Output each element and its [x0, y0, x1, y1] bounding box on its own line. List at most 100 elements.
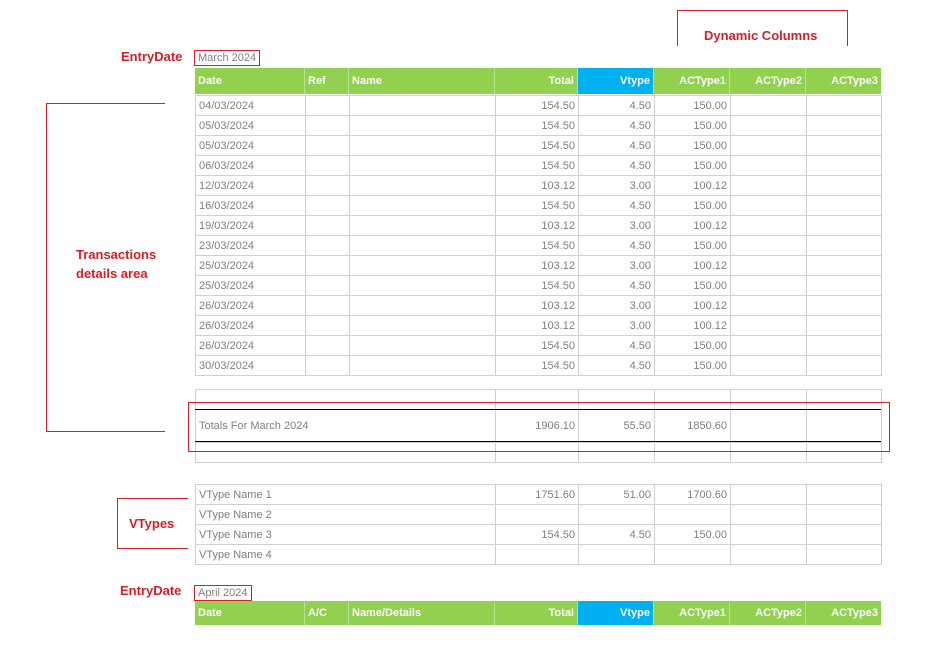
- table-cell[interactable]: 100.12: [654, 255, 731, 276]
- col-header-date[interactable]: Date: [195, 68, 305, 94]
- table-cell[interactable]: [305, 315, 350, 336]
- col-header-actype1[interactable]: ACType1: [654, 68, 730, 94]
- table-cell[interactable]: [730, 544, 807, 565]
- table-cell[interactable]: 154.50: [495, 95, 579, 116]
- table-cell[interactable]: 100.12: [654, 175, 731, 196]
- table-cell[interactable]: 12/03/2024: [195, 175, 306, 196]
- table-cell[interactable]: 150.00: [654, 135, 731, 156]
- table-cell[interactable]: 150.00: [654, 115, 731, 136]
- table-cell[interactable]: 4.50: [578, 95, 655, 116]
- table-cell[interactable]: 150.00: [654, 524, 731, 545]
- table-cell[interactable]: 103.12: [495, 215, 579, 236]
- table-cell[interactable]: [305, 335, 350, 356]
- table-cell[interactable]: [806, 195, 882, 216]
- table-cell[interactable]: [495, 544, 579, 565]
- table-cell[interactable]: 154.50: [495, 335, 579, 356]
- table-cell[interactable]: 154.50: [495, 524, 579, 545]
- table-cell[interactable]: [806, 175, 882, 196]
- col-header-total[interactable]: Total: [495, 68, 578, 94]
- table-cell[interactable]: 3.00: [578, 295, 655, 316]
- table-cell[interactable]: 154.50: [495, 235, 579, 256]
- col-header-date-april[interactable]: Date: [195, 601, 305, 625]
- table-cell[interactable]: [349, 295, 496, 316]
- table-cell[interactable]: 4.50: [578, 135, 655, 156]
- col-header-vtype-april[interactable]: Vtype: [578, 601, 654, 625]
- table-cell[interactable]: 150.00: [654, 155, 731, 176]
- table-cell[interactable]: [806, 295, 882, 316]
- col-header-name-details-april[interactable]: Name/Details: [349, 601, 495, 625]
- table-cell[interactable]: [305, 135, 350, 156]
- table-cell[interactable]: VType Name 1: [195, 484, 496, 505]
- table-cell[interactable]: 103.12: [495, 295, 579, 316]
- table-cell[interactable]: [730, 95, 807, 116]
- table-cell[interactable]: [305, 95, 350, 116]
- table-cell[interactable]: 1751.60: [495, 484, 579, 505]
- table-cell[interactable]: 100.12: [654, 295, 731, 316]
- table-cell[interactable]: [806, 524, 882, 545]
- table-cell[interactable]: [349, 115, 496, 136]
- table-cell[interactable]: [305, 255, 350, 276]
- table-cell[interactable]: 30/03/2024: [195, 355, 306, 376]
- col-header-total-april[interactable]: Total: [495, 601, 578, 625]
- table-cell[interactable]: [730, 315, 807, 336]
- table-cell[interactable]: [349, 255, 496, 276]
- table-cell[interactable]: [806, 95, 882, 116]
- table-cell[interactable]: [654, 504, 731, 525]
- table-cell[interactable]: [730, 155, 807, 176]
- table-cell[interactable]: 3.00: [578, 175, 655, 196]
- table-cell[interactable]: 05/03/2024: [195, 115, 306, 136]
- table-cell[interactable]: [730, 215, 807, 236]
- table-cell[interactable]: 154.50: [495, 115, 579, 136]
- table-cell[interactable]: 51.00: [578, 484, 655, 505]
- table-cell[interactable]: [305, 275, 350, 296]
- table-cell[interactable]: 4.50: [578, 235, 655, 256]
- table-cell[interactable]: [349, 275, 496, 296]
- col-header-name[interactable]: Name: [349, 68, 495, 94]
- table-cell[interactable]: [730, 275, 807, 296]
- table-cell[interactable]: [305, 115, 350, 136]
- table-cell[interactable]: [578, 544, 655, 565]
- col-header-actype3[interactable]: ACType3: [806, 68, 881, 94]
- table-cell[interactable]: 06/03/2024: [195, 155, 306, 176]
- table-cell[interactable]: [305, 215, 350, 236]
- table-cell[interactable]: [806, 215, 882, 236]
- col-header-actype3-april[interactable]: ACType3: [806, 601, 881, 625]
- table-cell[interactable]: [806, 315, 882, 336]
- table-cell[interactable]: [349, 215, 496, 236]
- table-cell[interactable]: 26/03/2024: [195, 295, 306, 316]
- table-cell[interactable]: [806, 155, 882, 176]
- table-cell[interactable]: [349, 195, 496, 216]
- table-cell[interactable]: 103.12: [495, 175, 579, 196]
- table-cell[interactable]: 3.00: [578, 255, 655, 276]
- table-cell[interactable]: [730, 255, 807, 276]
- col-header-actype2[interactable]: ACType2: [730, 68, 806, 94]
- table-cell[interactable]: [305, 155, 350, 176]
- table-cell[interactable]: 100.12: [654, 315, 731, 336]
- table-cell[interactable]: [578, 504, 655, 525]
- table-cell[interactable]: 23/03/2024: [195, 235, 306, 256]
- table-cell[interactable]: [349, 135, 496, 156]
- table-cell[interactable]: 154.50: [495, 195, 579, 216]
- table-cell[interactable]: [806, 355, 882, 376]
- table-cell[interactable]: 3.00: [578, 215, 655, 236]
- table-cell[interactable]: 100.12: [654, 215, 731, 236]
- table-cell[interactable]: 150.00: [654, 275, 731, 296]
- table-cell[interactable]: 4.50: [578, 115, 655, 136]
- col-header-actype1-april[interactable]: ACType1: [654, 601, 730, 625]
- table-cell[interactable]: VType Name 4: [195, 544, 496, 565]
- table-cell[interactable]: [730, 135, 807, 156]
- table-cell[interactable]: [730, 115, 807, 136]
- table-cell[interactable]: 05/03/2024: [195, 135, 306, 156]
- table-cell[interactable]: 154.50: [495, 355, 579, 376]
- table-cell[interactable]: [806, 275, 882, 296]
- table-cell[interactable]: 150.00: [654, 355, 731, 376]
- table-cell[interactable]: [730, 504, 807, 525]
- table-cell[interactable]: 26/03/2024: [195, 335, 306, 356]
- col-header-ac-april[interactable]: A/C: [305, 601, 349, 625]
- table-cell[interactable]: 1700.60: [654, 484, 731, 505]
- table-cell[interactable]: [305, 295, 350, 316]
- table-cell[interactable]: 26/03/2024: [195, 315, 306, 336]
- table-cell[interactable]: VType Name 2: [195, 504, 496, 525]
- col-header-ref[interactable]: Ref: [305, 68, 349, 94]
- table-cell[interactable]: 4.50: [578, 335, 655, 356]
